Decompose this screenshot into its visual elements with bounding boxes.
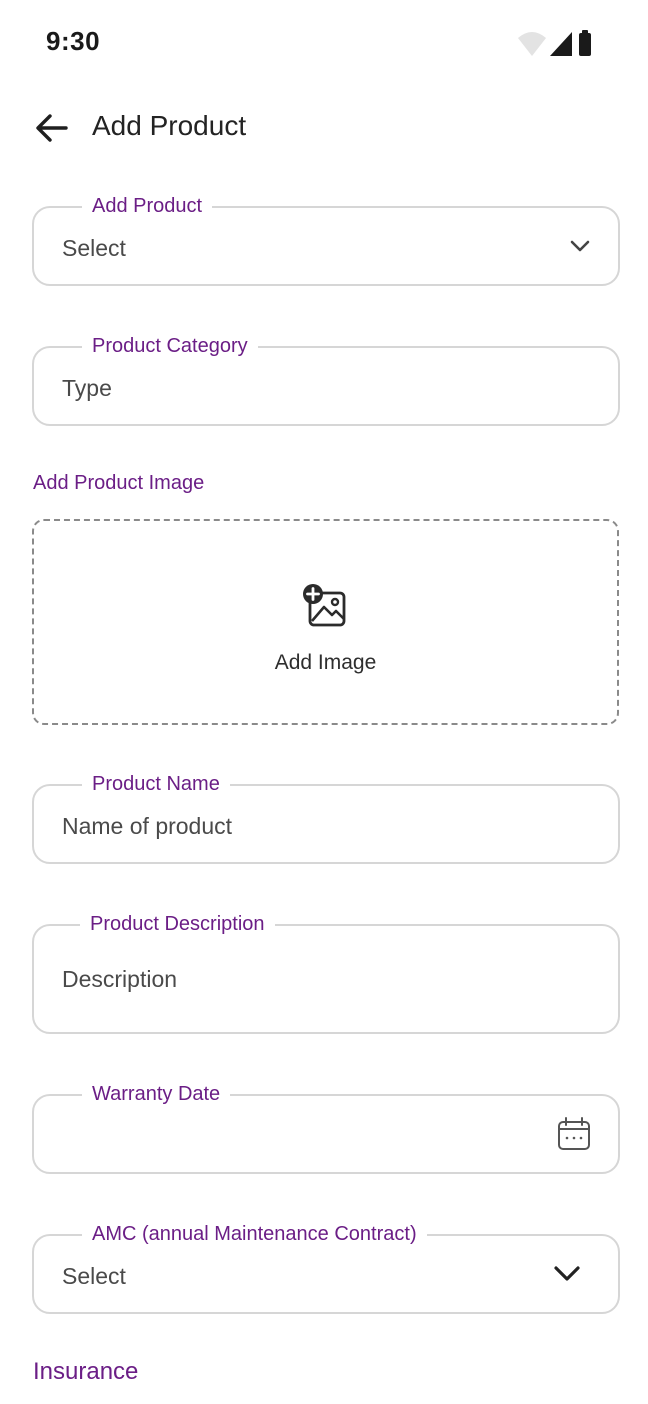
add-image-dropzone[interactable]: Add Image: [32, 519, 619, 725]
wifi-icon: [518, 32, 546, 56]
warranty-date-label: Warranty Date: [82, 1080, 231, 1108]
arrow-left-icon: [36, 114, 68, 142]
status-time: 9:30: [46, 26, 101, 56]
add-image-text: Add Image: [274, 651, 377, 674]
amc-label: AMC (annual Maintenance Contract): [82, 1220, 427, 1248]
product-description-label: Product Description: [80, 910, 275, 938]
chevron-down-icon: [570, 240, 590, 252]
status-bar: 9:30: [0, 0, 648, 84]
product-name-placeholder: Name of product: [62, 813, 233, 839]
insurance-section-label: Insurance: [33, 1358, 139, 1385]
product-name-label: Product Name: [82, 770, 230, 798]
amc-value: Select: [62, 1263, 126, 1289]
status-icons: [518, 30, 591, 56]
product-category-placeholder: Type: [62, 375, 112, 401]
product-description-field[interactable]: Product Description Description: [32, 910, 620, 1034]
amc-select[interactable]: AMC (annual Maintenance Contract) Select: [32, 1220, 620, 1314]
chevron-down-icon: [554, 1266, 580, 1281]
product-image-section-label: Add Product Image: [33, 472, 205, 494]
add-product-value: Select: [62, 235, 126, 261]
product-category-label: Product Category: [82, 332, 258, 360]
add-product-label: Add Product: [82, 192, 213, 220]
calendar-icon[interactable]: [556, 1116, 592, 1152]
page-title: Add Product: [92, 110, 247, 141]
product-category-field[interactable]: Product Category Type: [32, 332, 620, 426]
add-product-select[interactable]: Add Product Select: [32, 192, 620, 286]
product-name-field[interactable]: Product Name Name of product: [32, 770, 620, 864]
add-image-icon: [303, 584, 346, 627]
cellular-signal-icon: [550, 32, 572, 56]
battery-icon: [579, 30, 591, 56]
back-button[interactable]: [30, 108, 74, 148]
app-header: Add Product: [0, 96, 648, 160]
product-description-placeholder: Description: [62, 966, 178, 992]
warranty-date-field[interactable]: Warranty Date: [32, 1080, 620, 1174]
